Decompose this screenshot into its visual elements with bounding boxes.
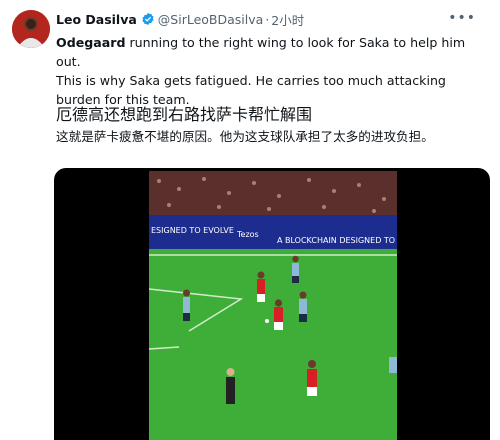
post-time[interactable]: 2小时 xyxy=(271,10,304,29)
football xyxy=(265,319,269,323)
author-handle[interactable]: @SirLeoBDasilva xyxy=(158,12,264,27)
author-name[interactable]: Leo Dasilva xyxy=(56,12,137,27)
stadium-crowd xyxy=(149,171,397,216)
player xyxy=(299,291,307,322)
video-player[interactable]: ESIGNED TO EVOLVE Tezos A BLOCKCHAIN DES… xyxy=(54,168,490,440)
verified-badge-icon xyxy=(142,12,154,26)
separator-dot: · xyxy=(265,11,270,27)
ad-board-right: A BLOCKCHAIN DESIGNED TO xyxy=(277,236,395,245)
tweet-text: Odegaard running to the right wing to lo… xyxy=(56,33,476,109)
user-avatar[interactable] xyxy=(12,10,50,48)
more-options-icon[interactable]: ••• xyxy=(448,10,476,26)
highlight-name: Odegaard xyxy=(56,35,126,50)
ad-board-mid: Tezos xyxy=(236,230,259,239)
player xyxy=(183,289,190,321)
player xyxy=(274,299,283,330)
video-frame[interactable]: ESIGNED TO EVOLVE Tezos A BLOCKCHAIN DES… xyxy=(149,171,397,440)
translation-block: 厄德高还想跑到右路找萨卡帮忙解围 这就是萨卡疲惫不堪的原因。他为这支球队承担了太… xyxy=(56,105,476,146)
player xyxy=(307,360,317,396)
tweet-line2: This is why Saka gets fatigued. He carri… xyxy=(56,73,446,107)
player xyxy=(389,357,397,373)
tweet-card[interactable]: Leo Dasilva @SirLeoBDasilva · 2小时 ••• Od… xyxy=(0,0,500,440)
player xyxy=(226,368,235,404)
player xyxy=(257,271,265,302)
pitch xyxy=(149,249,397,440)
player xyxy=(292,255,299,283)
ad-board-left: ESIGNED TO EVOLVE xyxy=(151,226,234,235)
translation-body: 这就是萨卡疲惫不堪的原因。他为这支球队承担了太多的进攻负担。 xyxy=(56,129,434,144)
tweet-header: Leo Dasilva @SirLeoBDasilva · 2小时 xyxy=(56,10,304,28)
translation-title: 厄德高还想跑到右路找萨卡帮忙解围 xyxy=(56,105,313,124)
